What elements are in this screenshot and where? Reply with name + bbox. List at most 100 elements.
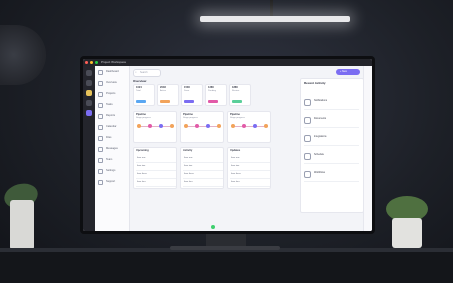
stat-card[interactable]: 1280 Pending: [205, 84, 227, 106]
panel-item-label: Notifications: [314, 99, 328, 102]
minimize-window-button[interactable]: [90, 61, 93, 64]
pipeline-card[interactable]: Pipeline Stage progress: [180, 111, 224, 143]
sidebar-item-label: Settings: [106, 169, 116, 172]
pipeline-stage-dot: [217, 124, 221, 128]
stat-card-tag: [208, 100, 218, 103]
pipeline-card[interactable]: Pipeline Stage progress: [227, 111, 271, 143]
plug-icon: [304, 135, 311, 142]
sidebar-item-label: Calendar: [106, 125, 117, 128]
sidebar-item-team[interactable]: Team: [98, 157, 128, 166]
panel-item-integrations[interactable]: Integrations: [304, 133, 359, 146]
status-online-icon: [211, 225, 215, 229]
doc-icon: [304, 117, 311, 124]
activity-panel: Recent Activity Notifications Documents …: [300, 78, 364, 213]
pipeline-stage-dot: [206, 124, 210, 128]
plant-right-pot: [392, 218, 422, 248]
bell-icon[interactable]: [86, 100, 92, 106]
pipeline-card-title: Pipeline: [136, 113, 146, 116]
pipeline-stage-dot: [242, 124, 246, 128]
check-icon: [98, 103, 103, 108]
list-item[interactable]: Item one: [136, 156, 176, 163]
sidebar-item-settings[interactable]: Settings: [98, 168, 128, 177]
stat-card[interactable]: 2048 Active: [157, 84, 179, 106]
list-item-label: Item one: [184, 157, 193, 159]
pipeline-card[interactable]: Pipeline Stage progress: [133, 111, 177, 143]
sidebar-item-label: Team: [106, 158, 113, 161]
sidebar-item-label: Projects: [106, 92, 116, 95]
star-icon[interactable]: [86, 90, 92, 96]
panel-item-schedule[interactable]: Schedule: [304, 151, 359, 164]
stat-card-sub: Active: [160, 90, 166, 92]
pipeline-card-sub: Stage progress: [183, 117, 198, 119]
panel-item-documents[interactable]: Documents: [304, 115, 359, 128]
stat-card-tag: [184, 100, 194, 103]
maximize-window-button[interactable]: [95, 61, 98, 64]
list-card-title: Updates: [230, 149, 241, 152]
search-icon: ⌕: [135, 70, 137, 74]
new-item-button[interactable]: + New: [336, 69, 360, 75]
list-item[interactable]: Item four: [183, 180, 223, 187]
list-item[interactable]: Item four: [136, 180, 176, 187]
list-item[interactable]: Item three: [183, 172, 223, 179]
desk: [0, 252, 453, 283]
sidebar-item-label: Files: [106, 136, 112, 139]
sidebar-item-calendar[interactable]: Calendar: [98, 124, 128, 133]
panel-item-workflows[interactable]: Workflows: [304, 169, 359, 182]
pipeline-card-title: Pipeline: [183, 113, 193, 116]
list-item-label: Item one: [231, 157, 240, 159]
search-input[interactable]: ⌕ Search: [133, 69, 161, 77]
window-title: Project Workspace: [101, 60, 127, 64]
stat-card-title: 1880: [232, 86, 238, 89]
list-item[interactable]: Item two: [230, 164, 270, 171]
stat-card[interactable]: 1536 Done: [181, 84, 203, 106]
sidebar-item-label: Support: [106, 180, 116, 183]
pipeline-card-title: Pipeline: [230, 113, 240, 116]
stat-card[interactable]: 1024 Total: [133, 84, 155, 106]
right-toolbar: [363, 66, 372, 231]
help-icon: [98, 180, 103, 185]
sidebar-item-label: Messages: [106, 147, 118, 150]
list-item-label: Item three: [231, 173, 241, 175]
active-app-icon[interactable]: [86, 110, 92, 116]
list-card: Updates Item one Item two Item three Ite…: [227, 147, 271, 189]
home-icon[interactable]: [86, 70, 92, 76]
panel-item-notifications[interactable]: Notifications: [304, 97, 359, 110]
pipeline-stage-dot: [170, 124, 174, 128]
pipeline-line: [138, 126, 174, 127]
list-item[interactable]: Item four: [230, 180, 270, 187]
list-item[interactable]: Item three: [136, 172, 176, 179]
sidebar-item-label: Tasks: [106, 103, 113, 106]
list-card-title: Upcoming: [136, 149, 149, 152]
sidebar-item-projects[interactable]: Projects: [98, 91, 128, 100]
list-item-label: Item two: [137, 165, 146, 167]
sidebar-item-support[interactable]: Support: [98, 179, 128, 188]
stat-card-title: 1536: [184, 86, 190, 89]
sidebar-item-messages[interactable]: Messages: [98, 146, 128, 155]
list-item-label: Item three: [184, 173, 194, 175]
close-window-button[interactable]: [85, 61, 88, 64]
sidebar-item-reports[interactable]: Reports: [98, 113, 128, 122]
grid-icon[interactable]: [86, 80, 92, 86]
sidebar-item-label: Dashboard: [106, 70, 119, 73]
stat-card-tag: [232, 100, 242, 103]
panel-item-label: Documents: [314, 117, 327, 120]
grid-icon: [98, 81, 103, 86]
stat-card[interactable]: 1880 Review: [229, 84, 251, 106]
sidebar-item-overview[interactable]: Overview: [98, 80, 128, 89]
sidebar-item-tasks[interactable]: Tasks: [98, 102, 128, 111]
list-item[interactable]: Item one: [230, 156, 270, 163]
stat-card-title: 1024: [136, 86, 142, 89]
stat-card-tag: [160, 100, 170, 103]
chart-icon: [98, 114, 103, 119]
pipeline-stage-dot: [253, 124, 257, 128]
list-item[interactable]: Item one: [183, 156, 223, 163]
list-item[interactable]: Item two: [183, 164, 223, 171]
sidebar-item-dashboard[interactable]: Dashboard: [98, 69, 128, 78]
pipeline-stage-dot: [148, 124, 152, 128]
pipeline-line: [185, 126, 221, 127]
sidebar-item-files[interactable]: Files: [98, 135, 128, 144]
list-item[interactable]: Item three: [230, 172, 270, 179]
list-item[interactable]: Item two: [136, 164, 176, 171]
calendar-icon: [304, 153, 311, 160]
stat-card-sub: Done: [184, 90, 190, 92]
